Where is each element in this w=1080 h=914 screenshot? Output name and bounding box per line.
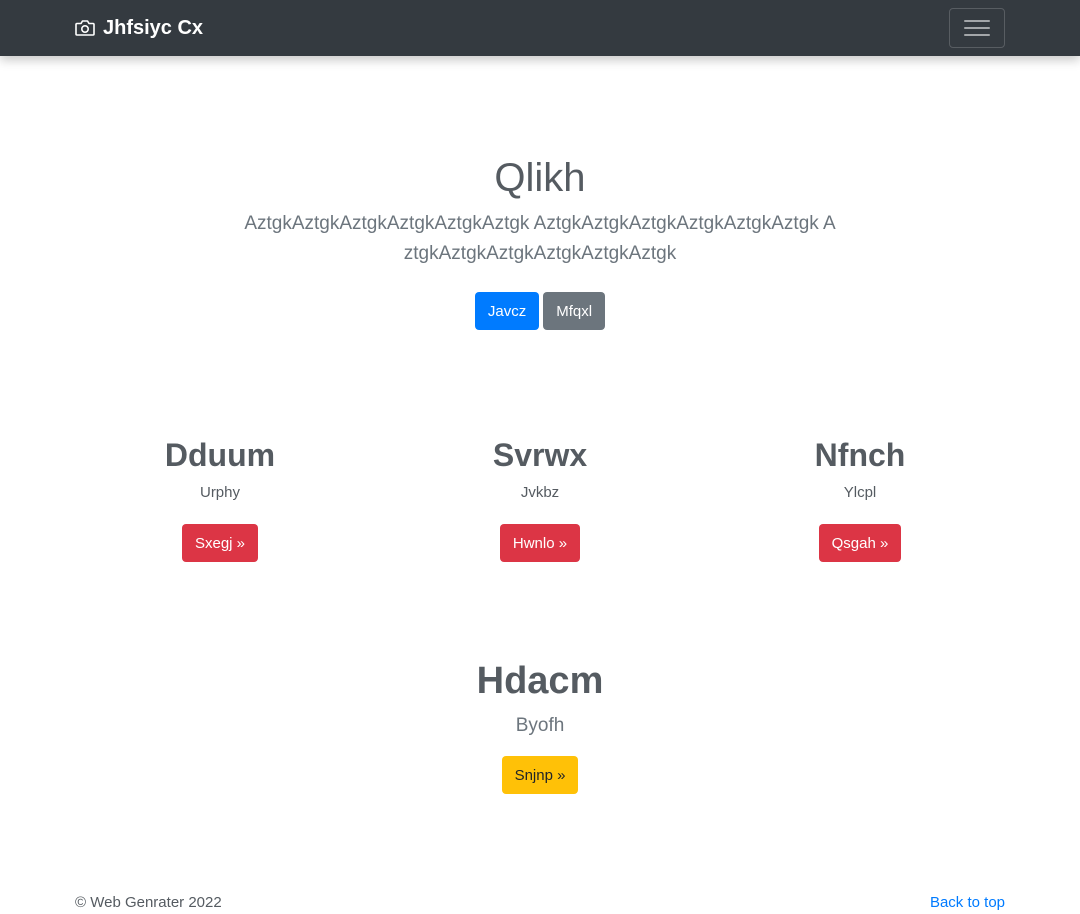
navbar: Jhfsiyc Cx (0, 0, 1080, 56)
footer-copyright: © Web Genrater 2022 (75, 894, 222, 911)
feature-column-3: Nfnch Ylcpl Qsgah » (710, 434, 1010, 562)
feature-text: Jvkbz (520, 484, 560, 501)
hero-section: Qlikh AztgkAztgkAztgkAztgkAztgkAztgk Azt… (0, 150, 1080, 330)
camera-icon (75, 19, 95, 37)
primary-button[interactable]: Javcz (474, 292, 540, 330)
feature-title: Dduum (164, 437, 276, 473)
feature-button[interactable]: Sxegj » (181, 524, 259, 562)
feature-button[interactable]: Hwnlo » (499, 524, 581, 562)
navbar-brand[interactable]: Jhfsiyc Cx (75, 15, 203, 41)
brand-text: Jhfsiyc Cx (103, 16, 204, 39)
feature2-button[interactable]: Snjnp » (501, 756, 579, 794)
feature2-title: Hdacm (476, 660, 604, 702)
navbar-toggler-button[interactable] (949, 8, 1005, 48)
feature-title: Svrwx (492, 437, 588, 473)
feature-column-2: Svrwx Jvkbz Hwnlo » (390, 434, 690, 562)
feature-text: Ylcpl (843, 484, 877, 501)
hamburger-icon (963, 17, 991, 39)
secondary-button[interactable]: Mfqxl (543, 292, 606, 330)
feature2-text: Byofh (515, 715, 565, 736)
footer: © Web Genrater 2022 Back to top (75, 892, 1005, 914)
feature-title: Nfnch (814, 437, 906, 473)
hero-lead: AztgkAztgkAztgkAztgkAztgkAztgk AztgkAztg… (244, 213, 836, 264)
back-to-top-link[interactable]: Back to top (930, 892, 1005, 914)
feature-button[interactable]: Qsgah » (818, 524, 902, 562)
hero-title: Qlikh (494, 156, 586, 200)
hero-buttons: Javcz Mfqxl (0, 292, 1080, 330)
feature-column-1: Dduum Urphy Sxegj » (70, 434, 370, 562)
feature-text: Urphy (199, 484, 240, 501)
feature-section-2: Hdacm Byofh Snjnp » (0, 656, 1080, 794)
